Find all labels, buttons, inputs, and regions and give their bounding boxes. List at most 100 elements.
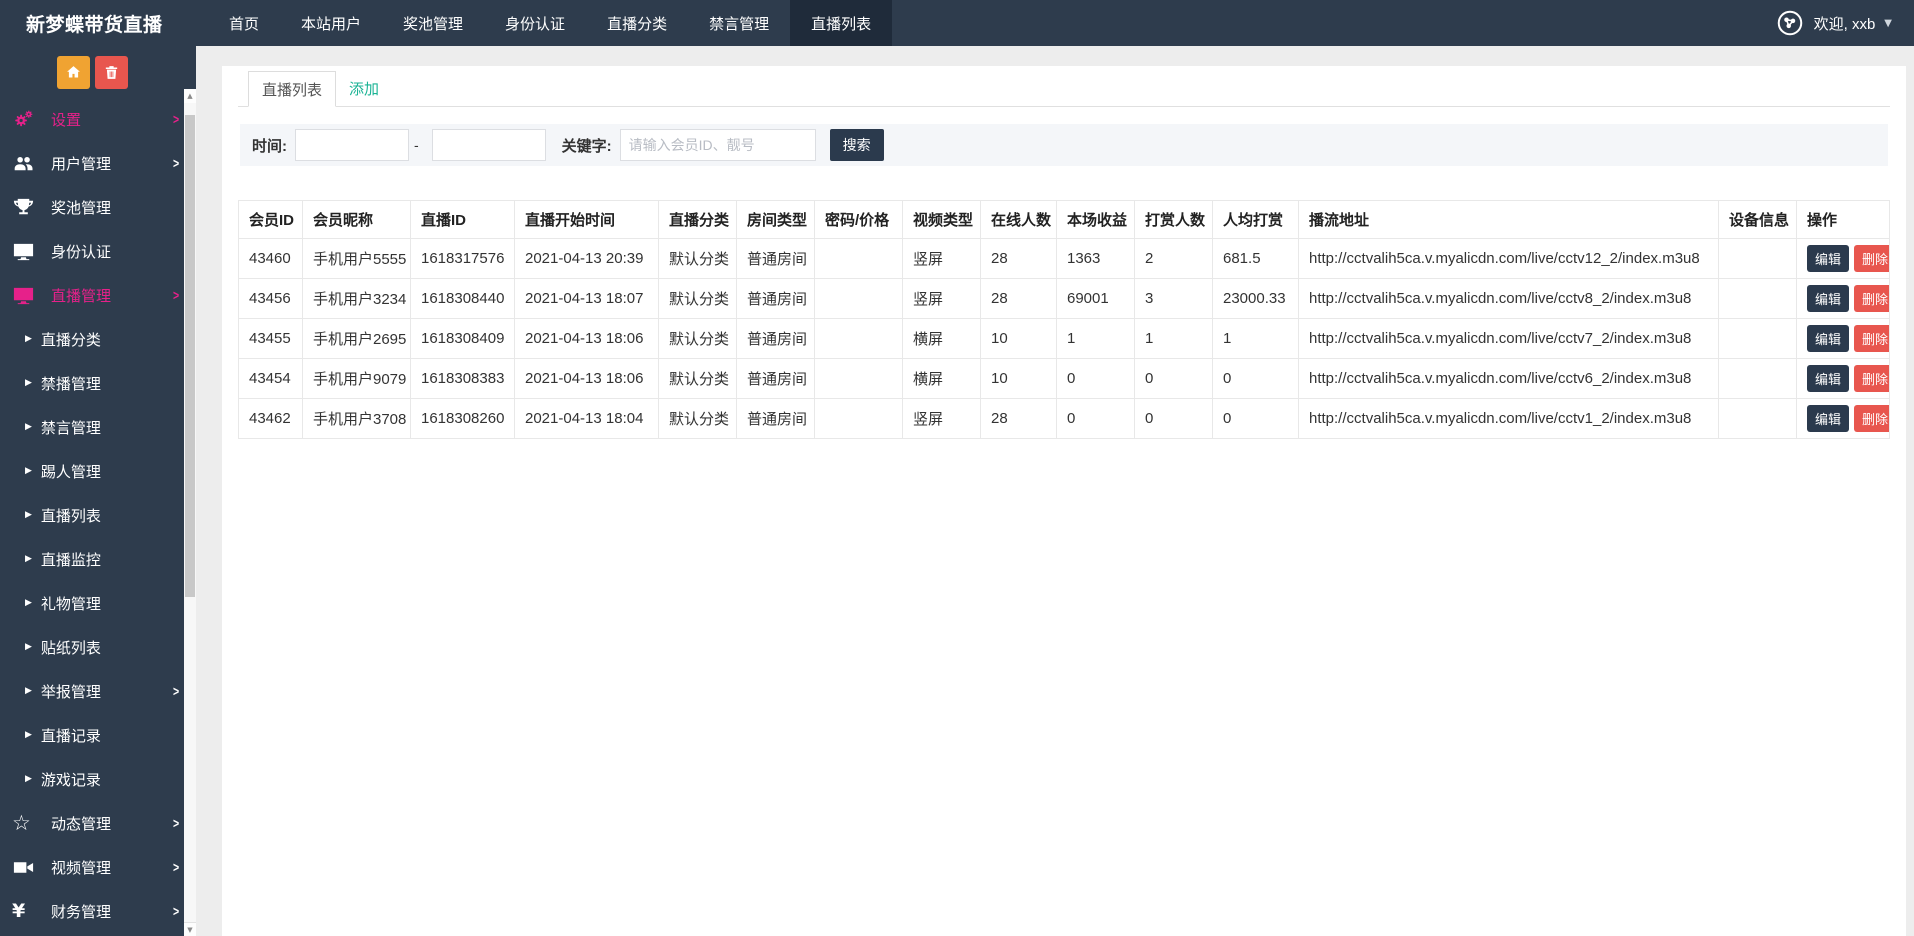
sidebar-item[interactable]: 直播管理> bbox=[0, 273, 196, 317]
sidebar-scrollbar[interactable]: ▲ ▼ bbox=[184, 89, 196, 936]
time-start-input[interactable] bbox=[295, 129, 409, 161]
table-cell: 3 bbox=[1135, 279, 1213, 319]
sidebar-item-label: 财务管理 bbox=[51, 901, 111, 922]
table-cell: 普通房间 bbox=[737, 359, 815, 399]
scroll-down-icon[interactable]: ▼ bbox=[184, 922, 196, 936]
table-cell bbox=[1719, 399, 1797, 439]
tab-add[interactable]: 添加 bbox=[336, 70, 392, 106]
sidebar-item[interactable]: ☆动态管理> bbox=[0, 801, 196, 845]
scrollbar-thumb[interactable] bbox=[185, 115, 195, 597]
keyword-label: 关键字: bbox=[562, 135, 612, 156]
chevron-right-icon: > bbox=[173, 815, 179, 831]
user-menu[interactable]: 欢迎, xxb ▼ bbox=[1775, 0, 1914, 46]
table-cell: 竖屏 bbox=[903, 239, 981, 279]
caret-right-icon: ▶ bbox=[25, 598, 32, 608]
sidebar-subitem[interactable]: ▶禁播管理 bbox=[0, 361, 196, 405]
table-cell: 默认分类 bbox=[659, 399, 737, 439]
sidebar-quick-buttons bbox=[0, 56, 184, 89]
column-header: 房间类型 bbox=[737, 201, 815, 239]
trash-icon bbox=[103, 64, 120, 81]
delete-button[interactable]: 删除 bbox=[1854, 405, 1889, 432]
delete-button[interactable]: 删除 bbox=[1854, 245, 1889, 272]
sidebar-subitem[interactable]: ▶直播记录 bbox=[0, 713, 196, 757]
table-cell: 1 bbox=[1213, 319, 1299, 359]
topbar: 新梦蝶带货直播 首页本站用户奖池管理身份认证直播分类禁言管理直播列表 欢迎, x… bbox=[0, 0, 1914, 46]
sidebar-subitem[interactable]: ▶直播监控 bbox=[0, 537, 196, 581]
table-cell: 2021-04-13 20:39 bbox=[515, 239, 659, 279]
sidebar-subitem[interactable]: ▶ 禁言管理 bbox=[0, 405, 196, 449]
table-cell bbox=[815, 359, 903, 399]
table-cell: 普通房间 bbox=[737, 319, 815, 359]
search-button[interactable]: 搜索 bbox=[830, 129, 884, 161]
table-cell: 普通房间 bbox=[737, 239, 815, 279]
sidebar-subitem[interactable]: ▶ 礼物管理 bbox=[0, 581, 196, 625]
sidebar-subitem-label: 礼物管理 bbox=[41, 593, 101, 614]
column-header: 密码/价格 bbox=[815, 201, 903, 239]
sidebar-subitem-label: 禁言管理 bbox=[41, 417, 101, 438]
delete-button[interactable]: 删除 bbox=[1854, 285, 1889, 312]
table-cell: http://cctvalih5ca.v.myalicdn.com/live/c… bbox=[1299, 279, 1719, 319]
column-header: 视频类型 bbox=[903, 201, 981, 239]
sidebar-subitem-label: 直播分类 bbox=[41, 329, 101, 350]
main-content: 直播列表添加 时间: - 关键字: 搜索 会员ID会员昵称直播ID直播开始时间直… bbox=[196, 46, 1914, 936]
sidebar-item[interactable]: 视频管理> bbox=[0, 845, 196, 889]
table-cell: 手机用户5555 bbox=[303, 239, 411, 279]
sidebar-subitem[interactable]: ▶举报管理> bbox=[0, 669, 196, 713]
sidebar-item[interactable]: 设置> bbox=[0, 97, 196, 141]
edit-button[interactable]: 编辑 bbox=[1807, 405, 1849, 432]
table-row: 43460手机用户555516183175762021-04-13 20:39默… bbox=[239, 239, 1890, 279]
edit-button[interactable]: 编辑 bbox=[1807, 285, 1849, 312]
table-cell bbox=[1719, 359, 1797, 399]
sidebar-item-label: 用户管理 bbox=[51, 153, 111, 174]
top-nav-item-7[interactable]: 直播列表 bbox=[790, 0, 892, 46]
time-end-input[interactable] bbox=[432, 129, 546, 161]
table-cell: 1618308409 bbox=[411, 319, 515, 359]
edit-button[interactable]: 编辑 bbox=[1807, 245, 1849, 272]
table-cell: 43454 bbox=[239, 359, 303, 399]
top-nav-item-5[interactable]: 直播分类 bbox=[586, 0, 688, 46]
keyword-input[interactable] bbox=[620, 129, 816, 161]
sidebar-item[interactable]: 用户管理> bbox=[0, 141, 196, 185]
table-cell: 69001 bbox=[1057, 279, 1135, 319]
sidebar-subitem[interactable]: ▶贴纸列表 bbox=[0, 625, 196, 669]
top-nav-item-3[interactable]: 奖池管理 bbox=[382, 0, 484, 46]
sidebar-item-label: 视频管理 bbox=[51, 857, 111, 878]
table-row: 43454手机用户907916183083832021-04-13 18:06默… bbox=[239, 359, 1890, 399]
sidebar-subitem[interactable]: ▶踢人管理 bbox=[0, 449, 196, 493]
sidebar-subitem[interactable]: ▶游戏记录 bbox=[0, 757, 196, 801]
edit-button[interactable]: 编辑 bbox=[1807, 365, 1849, 392]
tab-live-list[interactable]: 直播列表 bbox=[248, 71, 336, 107]
home-button[interactable] bbox=[57, 56, 90, 89]
top-nav-item-4[interactable]: 身份认证 bbox=[484, 0, 586, 46]
caret-right-icon: ▶ bbox=[25, 510, 32, 520]
sidebar-item[interactable]: ¥财务管理> bbox=[0, 889, 196, 933]
sidebar-item[interactable]: 身份认证 bbox=[0, 229, 196, 273]
top-nav-item-6[interactable]: 禁言管理 bbox=[688, 0, 790, 46]
live-list-table: 会员ID会员昵称直播ID直播开始时间直播分类房间类型密码/价格视频类型在线人数本… bbox=[238, 200, 1890, 439]
column-header: 打赏人数 bbox=[1135, 201, 1213, 239]
sidebar-subitem[interactable]: ▶直播分类 bbox=[0, 317, 196, 361]
caret-right-icon: ▶ bbox=[25, 422, 32, 432]
column-header: 会员昵称 bbox=[303, 201, 411, 239]
table-cell: 横屏 bbox=[903, 359, 981, 399]
trash-button[interactable] bbox=[95, 56, 128, 89]
edit-button[interactable]: 编辑 bbox=[1807, 325, 1849, 352]
top-nav-item-1[interactable]: 首页 bbox=[208, 0, 280, 46]
delete-button[interactable]: 删除 bbox=[1854, 365, 1889, 392]
table-row: 43462手机用户370816183082602021-04-13 18:04默… bbox=[239, 399, 1890, 439]
table-cell: 0 bbox=[1135, 399, 1213, 439]
top-nav-item-2[interactable]: 本站用户 bbox=[280, 0, 382, 46]
table-cell: 1618308440 bbox=[411, 279, 515, 319]
table-cell: 竖屏 bbox=[903, 399, 981, 439]
sidebar-subitem-label: 贴纸列表 bbox=[41, 637, 101, 658]
scroll-up-icon[interactable]: ▲ bbox=[184, 89, 196, 103]
delete-button[interactable]: 删除 bbox=[1854, 325, 1889, 352]
table-cell: 普通房间 bbox=[737, 399, 815, 439]
caret-right-icon: ▶ bbox=[25, 774, 32, 784]
users-icon bbox=[12, 151, 38, 175]
sidebar-subitem[interactable]: ▶直播列表 bbox=[0, 493, 196, 537]
column-header: 本场收益 bbox=[1057, 201, 1135, 239]
table-cell: 23000.33 bbox=[1213, 279, 1299, 319]
sidebar-item-label: 直播管理 bbox=[51, 285, 111, 306]
sidebar-item[interactable]: 奖池管理 bbox=[0, 185, 196, 229]
